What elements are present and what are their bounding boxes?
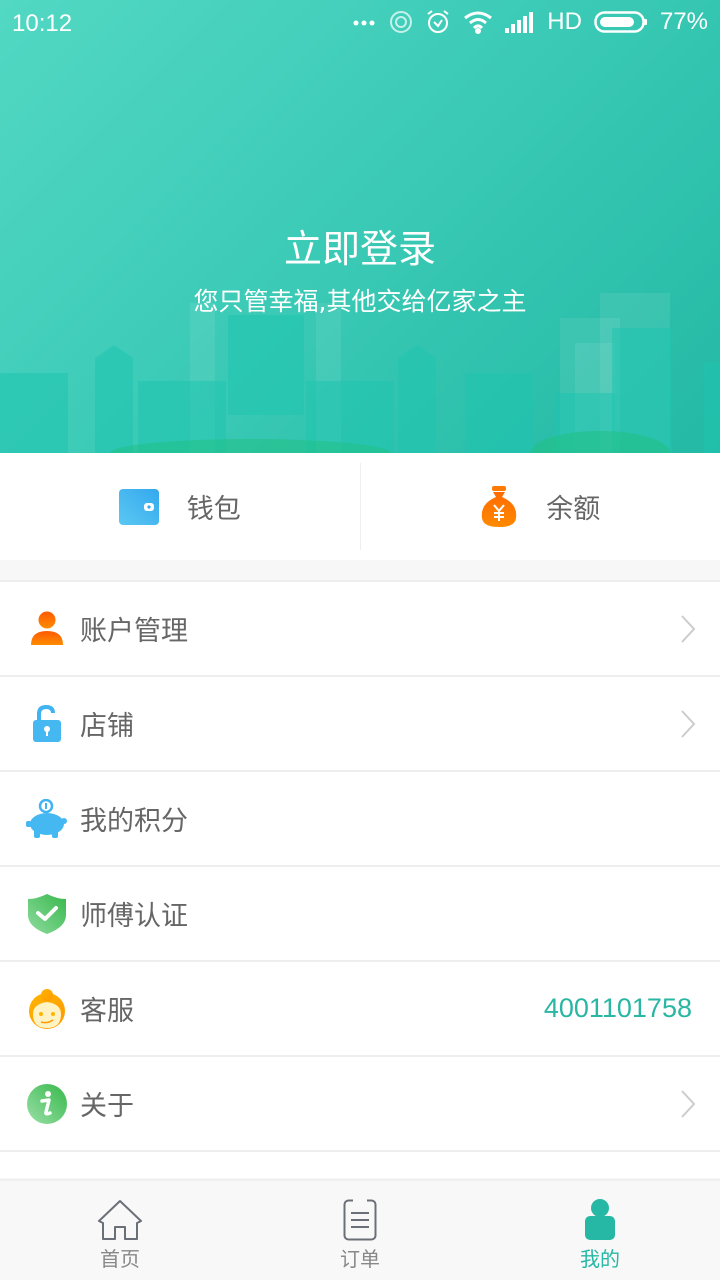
header-slogan: 您只管幸福,其他交给亿家之主 [193,287,527,316]
menu-item-store[interactable]: 店铺 [0,675,720,770]
home-icon [98,1200,142,1240]
menu-label: 我的积分 [80,806,188,837]
login-button[interactable]: 立即登录 [0,218,720,273]
tab-home[interactable]: 首页 [0,1181,240,1280]
chevron-right-icon [681,1089,696,1118]
hotspot-icon [390,11,413,33]
customer-service-icon [26,988,68,1030]
menu-item-points[interactable]: 我的积分 [0,770,720,865]
shield-check-icon [26,893,68,935]
customer-service-phone[interactable]: 4001101758 [544,993,692,1024]
menu-label: 关于 [80,1091,134,1122]
wallet-bar: 钱包 余额 [0,453,720,560]
more-dots-icon [353,20,375,26]
menu-label: 店铺 [80,711,134,742]
chevron-right-icon [681,709,696,738]
balance-button[interactable]: 余额 [361,453,720,560]
money-bag-icon [482,485,517,527]
wallet-icon [118,488,159,525]
profile-icon [585,1199,615,1240]
alarm-icon [427,10,449,33]
unlock-icon [26,703,68,745]
battery-icon [594,11,647,33]
network-type: HD [547,8,582,35]
wallet-button[interactable]: 钱包 [0,453,360,560]
status-time: 10:12 [12,10,73,37]
menu-label: 账户管理 [80,616,188,647]
balance-label: 余额 [546,494,601,525]
piggy-bank-icon [26,798,68,840]
profile-header: 10:12 HD 77% 立即登录 您只管幸福,其他交给亿家之主 [0,0,720,453]
menu-list-end [0,1150,720,1178]
menu-item-customer-service[interactable]: 客服 4001101758 [0,960,720,1055]
tab-mine[interactable]: 我的 [480,1181,720,1280]
menu-list: 账户管理 店铺 我的积分 师傅认证 客服 4001101758 关于 [0,580,720,1178]
wallet-label: 钱包 [186,494,241,525]
menu-item-about[interactable]: 关于 [0,1055,720,1150]
user-icon [26,608,68,650]
tab-label: 首页 [100,1247,140,1271]
battery-percent: 77% [659,8,708,35]
info-icon [26,1083,68,1125]
menu-label: 客服 [80,996,134,1027]
menu-item-account[interactable]: 账户管理 [0,580,720,675]
bottom-tab-bar: 首页 订单 我的 [0,1179,720,1280]
tab-orders[interactable]: 订单 [240,1181,480,1280]
menu-item-certification[interactable]: 师傅认证 [0,865,720,960]
signal-icon [505,12,534,33]
tab-label: 订单 [340,1247,380,1271]
wifi-icon [464,11,493,34]
chevron-right-icon [681,614,696,643]
order-list-icon [343,1199,377,1241]
tab-label: 我的 [580,1247,620,1271]
menu-label: 师傅认证 [80,901,188,932]
status-bar: 10:12 HD 77% [0,0,720,50]
